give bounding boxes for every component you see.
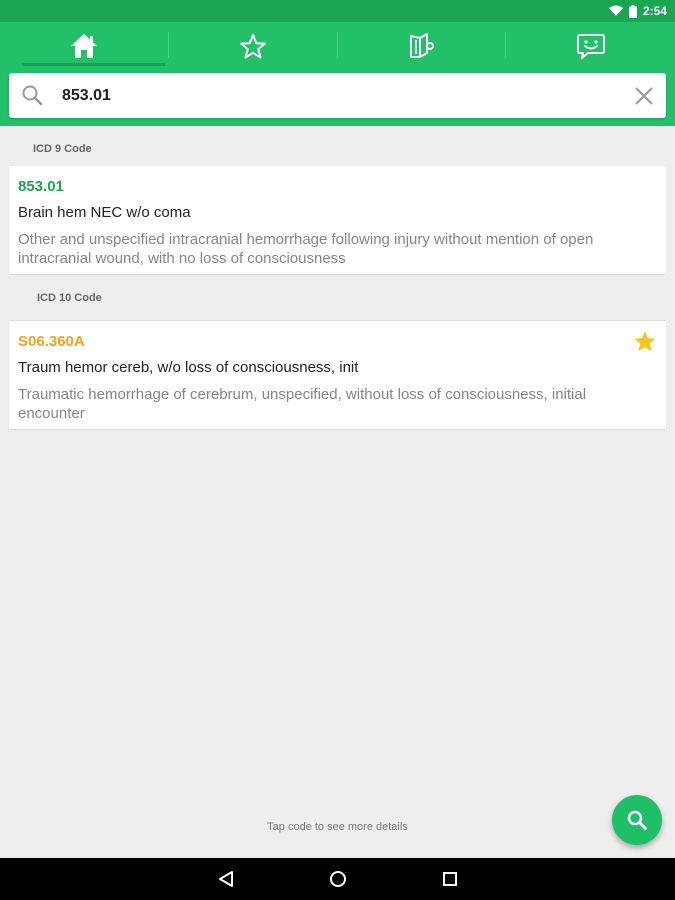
- wifi-icon: [608, 5, 623, 16]
- smiley-chat-icon: [576, 34, 605, 59]
- result-card-icd9[interactable]: 853.01 Brain hem NEC w/o coma Other and …: [9, 166, 666, 274]
- battery-icon: [628, 4, 637, 18]
- status-time: 2:54: [642, 4, 667, 18]
- section-header-icd9: ICD 9 Code: [33, 143, 92, 155]
- back-triangle-icon: [219, 871, 233, 887]
- status-icons: 2:54: [608, 3, 667, 19]
- result-long-description: Traumatic hemorrhage of cerebrum, unspec…: [18, 386, 587, 422]
- result-code[interactable]: S06.360A: [18, 333, 85, 350]
- tab-favorites[interactable]: [169, 22, 338, 70]
- search-box: [9, 73, 666, 118]
- result-long-description: Other and unspecified intracranial hemor…: [18, 231, 594, 267]
- favorite-star-icon[interactable]: [633, 330, 657, 353]
- tab-feedback[interactable]: [506, 22, 675, 70]
- result-short-description: Traum hemor cereb, w/o loss of conscious…: [18, 359, 359, 376]
- home-circle-icon: [330, 871, 346, 887]
- tab-home[interactable]: [0, 22, 169, 70]
- result-card-icd10[interactable]: S06.360A Traum hemor cereb, w/o loss of …: [9, 320, 666, 429]
- active-tab-indicator: [22, 63, 165, 66]
- star-outline-icon: [240, 33, 267, 59]
- home-nav-button[interactable]: [313, 858, 363, 900]
- status-bar: 2:54: [0, 0, 675, 22]
- system-nav-bar: [0, 858, 675, 900]
- book-icon: [409, 33, 434, 58]
- recents-square-icon: [443, 872, 457, 886]
- recents-button[interactable]: [425, 858, 475, 900]
- close-icon[interactable]: [634, 86, 654, 106]
- search-icon: [627, 810, 647, 830]
- search-icon: [22, 85, 43, 106]
- result-short-description: Brain hem NEC w/o coma: [18, 204, 191, 221]
- search-input[interactable]: [62, 73, 622, 118]
- result-code[interactable]: 853.01: [18, 178, 64, 195]
- footer-hint: Tap code to see more details: [267, 821, 408, 833]
- home-icon: [71, 34, 98, 58]
- tab-book[interactable]: [338, 22, 507, 70]
- search-fab-button[interactable]: [612, 795, 662, 845]
- tab-bar: [0, 22, 675, 70]
- section-header-icd10: ICD 10 Code: [37, 292, 102, 304]
- back-button[interactable]: [201, 858, 251, 900]
- app-bar: [0, 22, 675, 126]
